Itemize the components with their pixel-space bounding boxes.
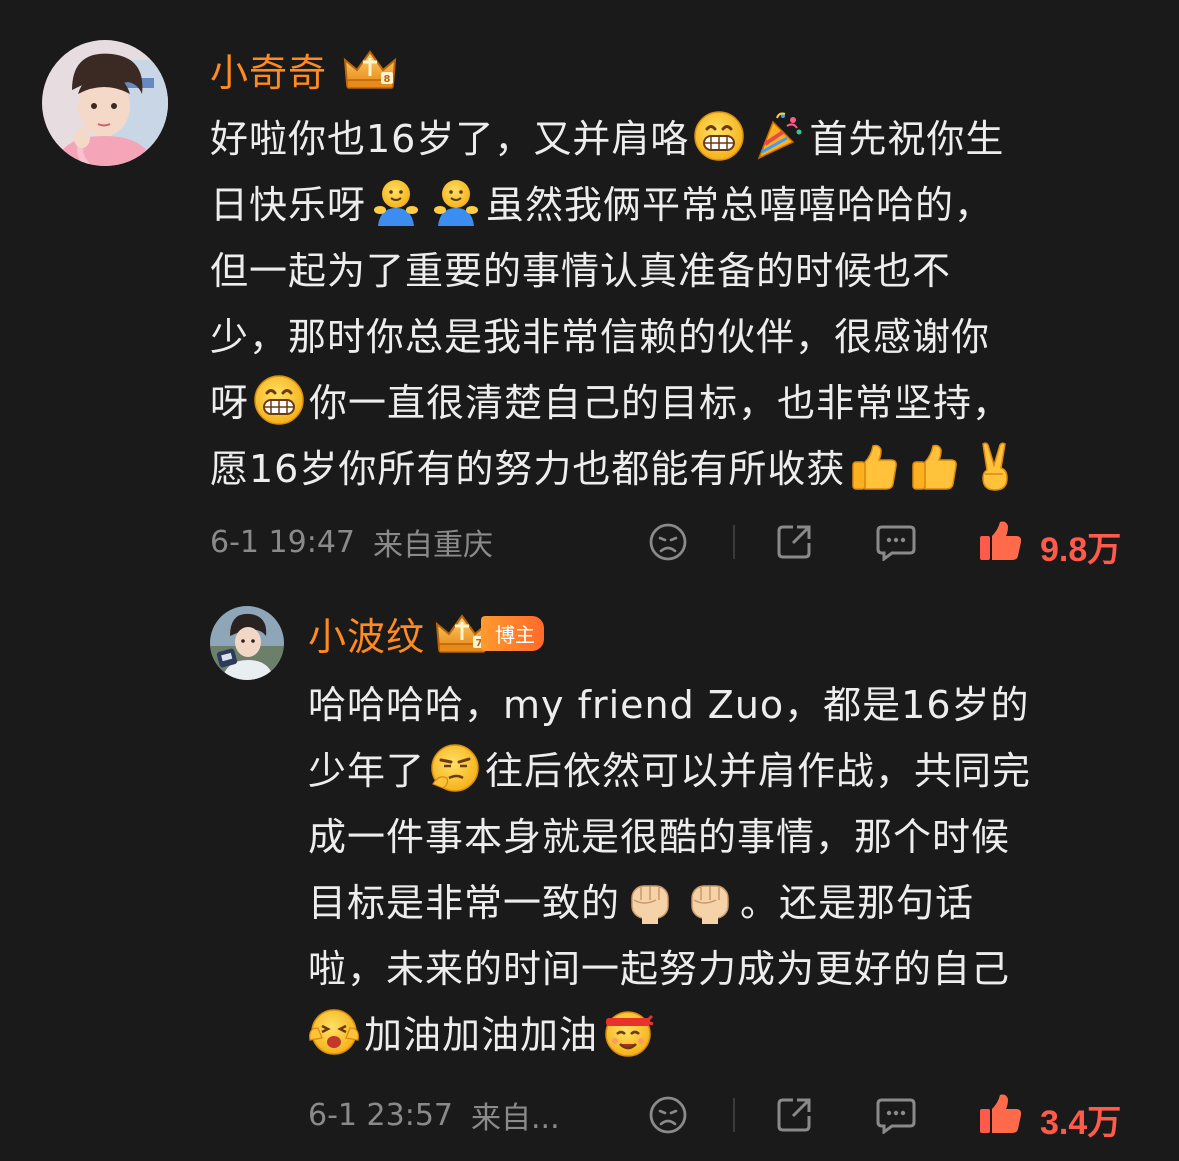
comment-body: 好啦你也16岁了，又并肩咯 首先祝你生 日快乐呀 虽然我俩平常总嘻嘻哈哈的， 但一起… — [210, 106, 1140, 502]
timestamp: 6-1 19:47 — [210, 524, 355, 560]
text-segment: 往后依然可以并肩作战，共同完 — [485, 749, 1032, 793]
grin-emoji-icon — [693, 110, 745, 162]
text-segment: 目标是非常一致的 — [308, 881, 621, 925]
reply-icon[interactable] — [876, 521, 916, 561]
text-segment: 少，那时你总是我非常信赖的伙伴，很感谢你 — [210, 315, 991, 359]
comment-body: 哈哈哈哈，my friend Zuo，都是16岁的 少年了 往后依然可以并肩作战，… — [308, 672, 1148, 1068]
fist-emoji-icon — [684, 874, 736, 926]
comment-line: 少，那时你总是我非常信赖的伙伴，很感谢你 — [210, 304, 1140, 370]
comment-line: 加油加油加油 — [308, 1002, 1148, 1068]
text-segment: 日快乐呀 — [210, 183, 367, 227]
grin-emoji-icon — [253, 374, 305, 426]
like-count: 9.8万 — [1040, 531, 1122, 569]
fighting-emoji-icon — [602, 1006, 654, 1058]
avatar[interactable] — [210, 606, 284, 680]
comment-line: 愿16岁你所有的努力也都能有所收获 — [210, 436, 1140, 502]
username-row: 小奇奇 8 — [210, 42, 399, 97]
text-segment: 成一件事本身就是很酷的事情，那个时候 — [308, 815, 1011, 859]
comment-meta: 6-1 23:57 来自... — [308, 1093, 560, 1137]
like-icon[interactable] — [978, 1093, 1022, 1135]
comment-line: 好啦你也16岁了，又并肩咯 首先祝你生 — [210, 106, 1140, 172]
comment-line: 成一件事本身就是很酷的事情，那个时候 — [308, 804, 1148, 870]
location: 来自... — [471, 1101, 560, 1136]
text-segment: 愿16岁你所有的努力也都能有所收获 — [210, 447, 846, 491]
hug-emoji-icon — [430, 176, 482, 228]
text-segment: 少年了 — [308, 749, 426, 793]
party-popper-emoji-icon — [753, 110, 805, 162]
username-row: 小波纹 7 博主 — [308, 606, 545, 661]
dislike-icon[interactable] — [648, 522, 688, 562]
text-segment: 加油加油加油 — [364, 1013, 599, 1057]
crown-badge-icon: 8 — [341, 48, 399, 90]
text-segment: 呀 — [210, 381, 250, 425]
smirk-emoji-icon — [429, 742, 481, 794]
divider — [733, 1098, 735, 1132]
comment-line: 目标是非常一致的 。还是那句话 — [308, 870, 1148, 936]
text-segment: 。还是那句话 — [740, 881, 975, 925]
like-icon[interactable] — [978, 520, 1022, 562]
text-segment: 你一直很清楚自己的目标，也非常坚持， — [309, 381, 1012, 425]
like-count: 3.4万 — [1040, 1104, 1122, 1142]
text-segment: 好啦你也16岁了，又并肩咯 — [210, 117, 690, 161]
comment-line: 少年了 往后依然可以并肩作战，共同完 — [308, 738, 1148, 804]
comment-line: 但一起为了重要的事情认真准备的时候也不 — [210, 238, 1140, 304]
thumbs-up-emoji-icon — [849, 440, 901, 492]
host-badge: 7 博主 — [433, 612, 545, 654]
thumbs-up-emoji-icon — [909, 440, 961, 492]
share-icon[interactable] — [775, 521, 815, 561]
location: 来自重庆 — [373, 528, 493, 563]
username[interactable]: 小奇奇 — [210, 42, 327, 97]
comment-line: 日快乐呀 虽然我俩平常总嘻嘻哈哈的， — [210, 172, 1140, 238]
host-badge-label: 博主 — [481, 615, 545, 651]
username[interactable]: 小波纹 — [308, 606, 425, 661]
comment-line: 啦，未来的时间一起努力成为更好的自己 — [308, 936, 1148, 1002]
cheer-emoji-icon — [308, 1006, 360, 1058]
text-segment: 但一起为了重要的事情认真准备的时候也不 — [210, 249, 952, 293]
comment-line: 呀 你一直很清楚自己的目标，也非常坚持， — [210, 370, 1140, 436]
hug-emoji-icon — [370, 176, 422, 228]
comment-meta: 6-1 19:47 来自重庆 — [210, 520, 493, 564]
text-segment: 首先祝你生 — [809, 117, 1005, 161]
svg-text:8: 8 — [384, 74, 391, 85]
text-segment: 哈哈哈哈，my friend Zuo，都是16岁的 — [308, 683, 1030, 727]
comment-line: 哈哈哈哈，my friend Zuo，都是16岁的 — [308, 672, 1148, 738]
timestamp: 6-1 23:57 — [308, 1097, 453, 1133]
reply-icon[interactable] — [876, 1094, 916, 1134]
divider — [733, 525, 735, 559]
victory-hand-emoji-icon — [969, 440, 1021, 492]
text-segment: 虽然我俩平常总嘻嘻哈哈的， — [486, 183, 994, 227]
dislike-icon[interactable] — [648, 1095, 688, 1135]
text-segment: 啦，未来的时间一起努力成为更好的自己 — [308, 947, 1011, 991]
share-icon[interactable] — [775, 1094, 815, 1134]
avatar[interactable] — [42, 40, 168, 166]
fist-emoji-icon — [624, 874, 676, 926]
